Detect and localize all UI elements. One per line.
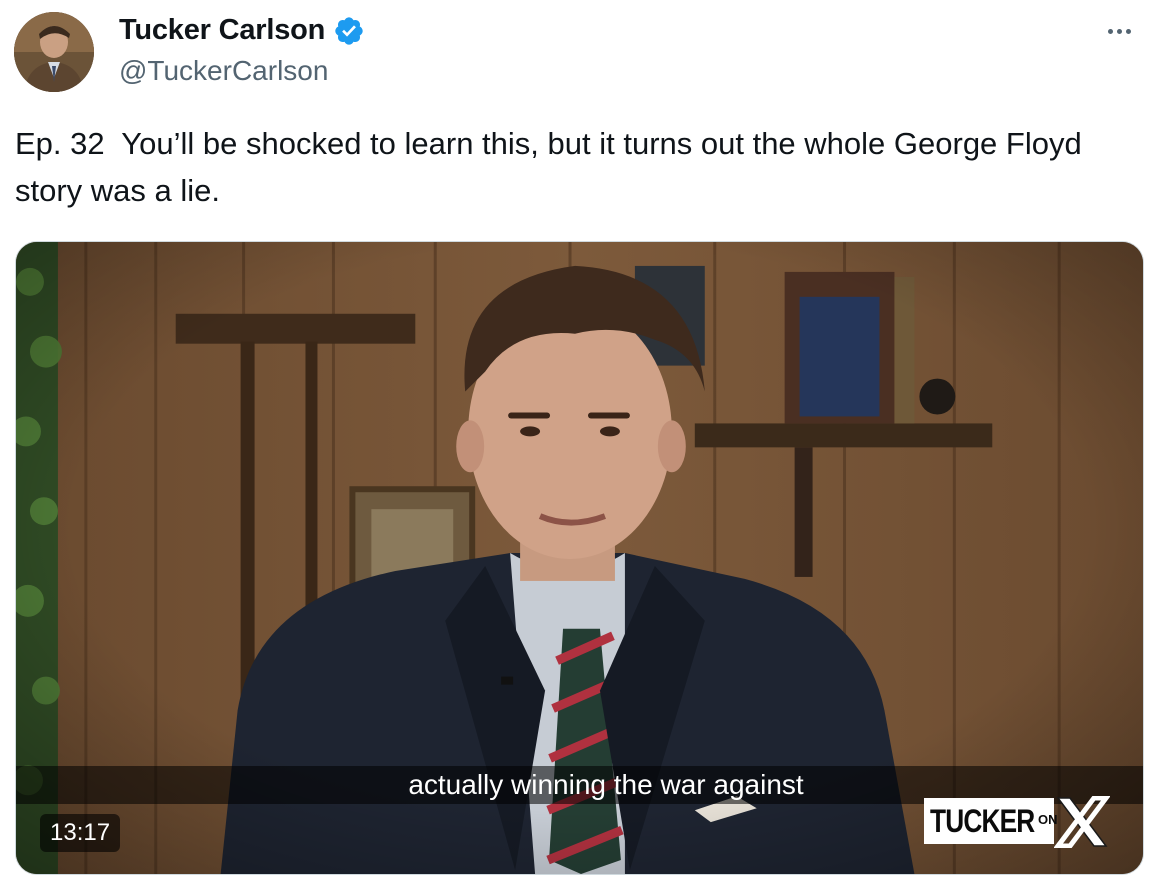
video-player[interactable]: actually winning the war against 13:17 T… bbox=[15, 241, 1144, 875]
video-duration-badge: 13:17 bbox=[40, 814, 121, 852]
verified-badge-icon bbox=[335, 16, 363, 45]
more-icon[interactable] bbox=[1102, 22, 1136, 40]
tweet-text: Ep. 32 You’ll be shocked to learn this, … bbox=[15, 126, 1091, 208]
brand-word: TUCKER bbox=[930, 802, 1035, 839]
display-name[interactable]: Tucker Carlson bbox=[119, 14, 325, 47]
avatar-image bbox=[14, 12, 94, 92]
brand-watermark-logo: TUCKER ON bbox=[924, 796, 1110, 848]
brand-x-icon bbox=[1054, 796, 1110, 848]
avatar[interactable] bbox=[14, 12, 94, 92]
more-dot bbox=[1107, 28, 1113, 34]
brand-box: TUCKER bbox=[924, 798, 1054, 844]
author-handle[interactable]: @TuckerCarlson bbox=[119, 55, 328, 87]
author-name-row: Tucker Carlson bbox=[119, 14, 365, 47]
more-dot bbox=[1116, 28, 1122, 34]
more-dot bbox=[1125, 28, 1131, 34]
